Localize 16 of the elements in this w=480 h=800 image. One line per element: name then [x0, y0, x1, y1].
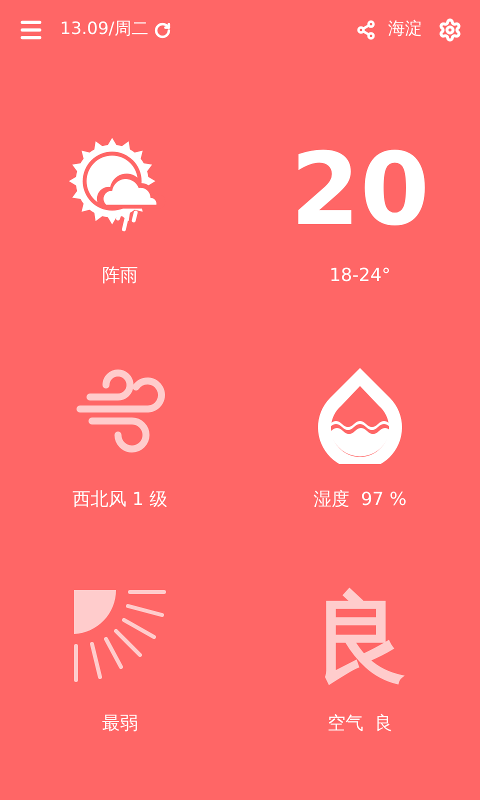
tile-label: 最弱	[102, 712, 138, 736]
refresh-button[interactable]	[154, 22, 172, 38]
tile-label: 阵雨	[102, 264, 138, 288]
share-button[interactable]	[356, 20, 376, 40]
tile-label: 湿度 97 %	[313, 488, 407, 512]
refresh-icon	[154, 22, 172, 38]
share-icon	[356, 20, 376, 40]
settings-button[interactable]	[438, 18, 462, 42]
temperature-value: 20	[290, 130, 430, 250]
tile-label: 西北风 1 级	[72, 488, 168, 512]
settings-icon	[438, 18, 462, 42]
tile-label: 18-24°	[329, 264, 391, 288]
tile-label: 空气 良	[327, 712, 393, 736]
location-label[interactable]: 海淀	[388, 17, 422, 43]
date-label: 13.09/周二	[60, 18, 148, 42]
air-quality-glyph: 良	[312, 581, 408, 696]
